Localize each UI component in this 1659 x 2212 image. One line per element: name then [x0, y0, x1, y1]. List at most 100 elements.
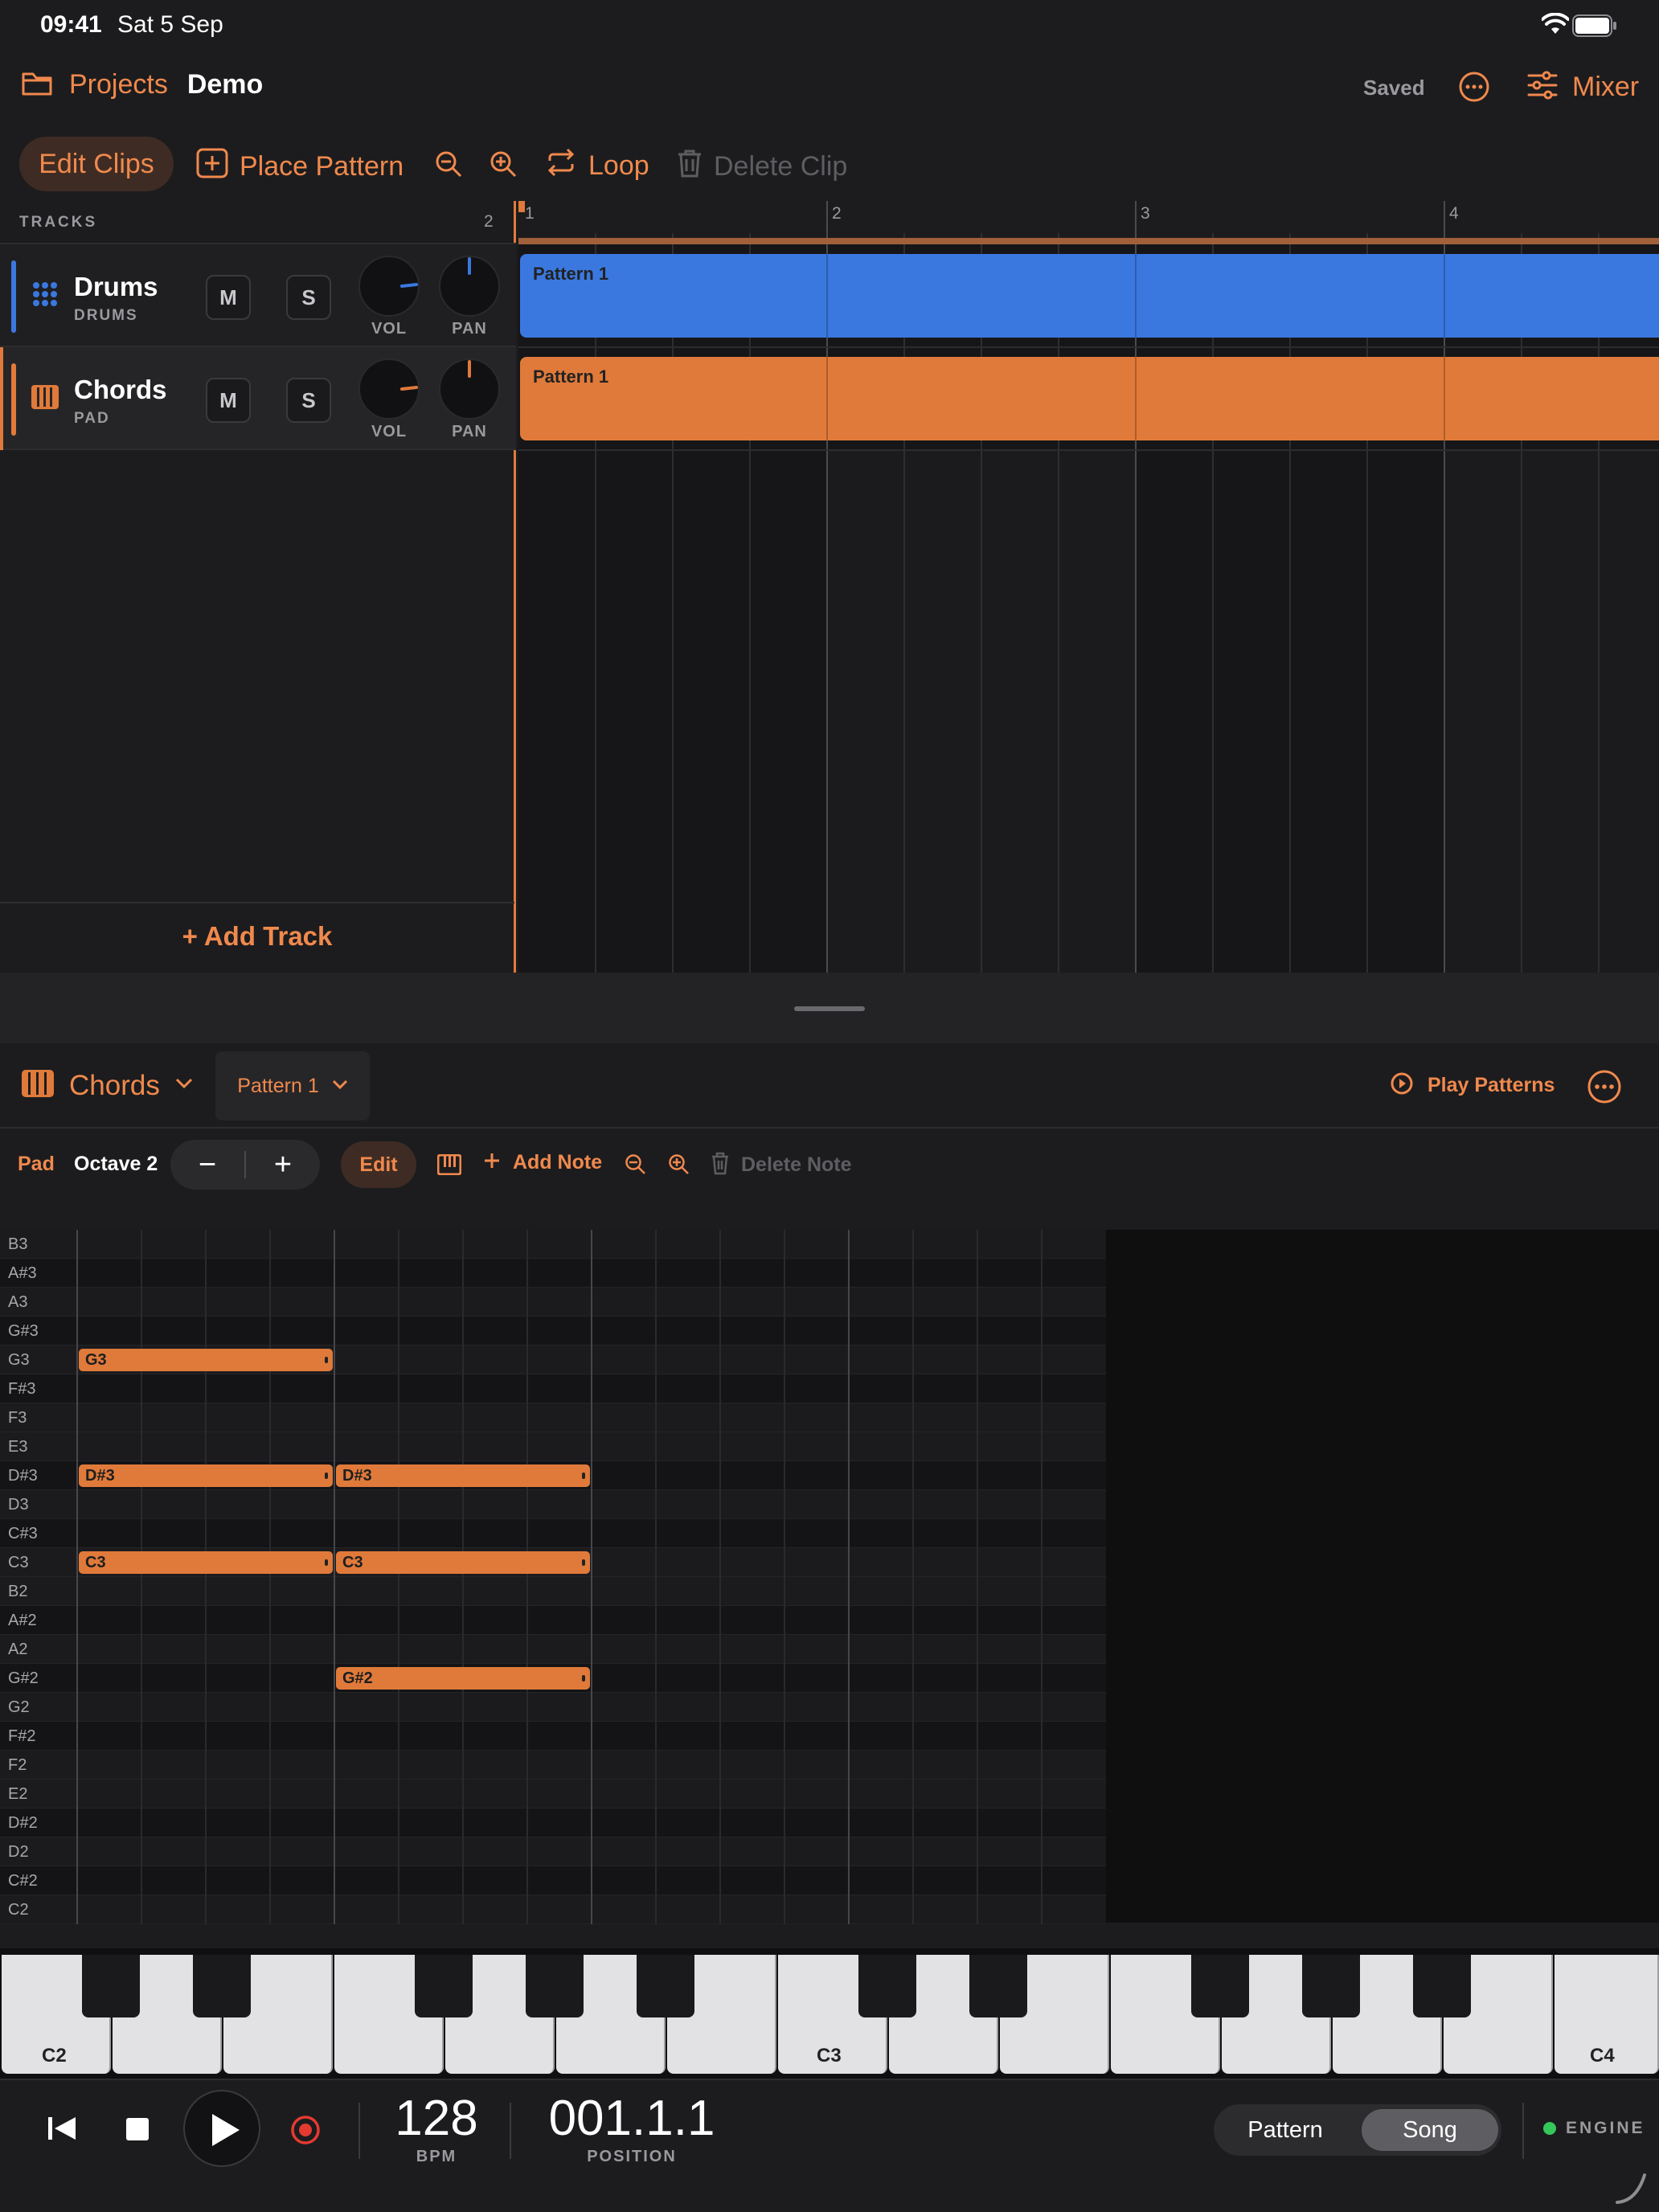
projects-link[interactable]: Projects [69, 69, 168, 100]
timeline-area[interactable]: 1 2 3 4 Pattern 1 Pattern 1 [518, 201, 1659, 973]
play-button[interactable] [183, 2090, 260, 2167]
piano-keys-icon [31, 384, 59, 414]
note-block[interactable]: G#2 [336, 1667, 590, 1690]
loop-range-bar[interactable] [518, 238, 1659, 244]
track-color-bar [11, 363, 16, 436]
mixer-label: Mixer [1572, 72, 1640, 102]
mute-button[interactable]: M [206, 378, 251, 423]
trash-icon [711, 1151, 730, 1179]
wifi-icon [1541, 12, 1570, 39]
track-row-drums[interactable]: Drums DRUMS M S VOL PAN [0, 244, 516, 347]
octave-down-button[interactable]: − [170, 1140, 244, 1190]
bpm-label: BPM [416, 2148, 457, 2165]
piano-roll-grid [76, 1230, 1043, 1924]
note-block[interactable]: C3 [336, 1551, 590, 1574]
engine-label: ENGINE [1566, 2119, 1645, 2137]
note-block[interactable]: D#3 [336, 1464, 590, 1487]
delete-note-button[interactable]: Delete Note [711, 1151, 852, 1179]
black-key[interactable] [193, 1955, 251, 2017]
keyboard-toggle-icon[interactable] [436, 1153, 462, 1179]
drag-handle[interactable] [794, 1006, 865, 1011]
volume-knob[interactable] [358, 358, 420, 420]
mode-pattern[interactable]: Pattern [1214, 2104, 1357, 2156]
instrument-name: Chords [69, 1069, 160, 1101]
transport-divider [358, 2103, 360, 2159]
more-options-icon[interactable] [1587, 1069, 1622, 1108]
key-octave-label: C4 [1590, 2045, 1615, 2067]
mixer-button[interactable]: Mixer [1527, 71, 1639, 104]
zoom-in-icon[interactable] [489, 150, 518, 182]
loop-button[interactable]: Loop [545, 148, 649, 184]
folder-icon[interactable] [21, 69, 53, 100]
more-options-icon[interactable] [1458, 71, 1490, 107]
play-patterns-label: Play Patterns [1428, 1074, 1555, 1096]
track-type: DRUMS [74, 307, 138, 324]
clip-drums-pattern[interactable]: Pattern 1 [520, 254, 1659, 338]
mode-segmented-control: Pattern Song [1214, 2104, 1501, 2156]
delete-note-label: Delete Note [741, 1153, 852, 1176]
note-block[interactable]: C3 [79, 1551, 333, 1574]
chevron-down-icon [174, 1077, 194, 1094]
project-title: Demo [186, 69, 264, 100]
black-key[interactable] [1413, 1955, 1471, 2017]
pattern-selector[interactable]: Pattern 1 [215, 1051, 370, 1120]
bpm-value[interactable]: 128 [386, 2090, 487, 2147]
clip-label: Pattern 1 [533, 264, 609, 284]
piano-keys-icon [21, 1069, 55, 1102]
black-key[interactable] [858, 1955, 916, 2017]
split-divider[interactable] [0, 973, 1659, 1043]
black-key[interactable] [637, 1955, 694, 2017]
transport-divider [1522, 2103, 1524, 2159]
track-type: PAD [74, 410, 110, 427]
black-key[interactable] [526, 1955, 584, 2017]
status-date: Sat 5 Sep [117, 11, 223, 38]
place-pattern-button[interactable]: Place Pattern [196, 148, 403, 186]
save-status: Saved [1363, 76, 1425, 100]
key-octave-label: C3 [817, 2045, 842, 2067]
pan-knob[interactable] [439, 358, 500, 420]
note-block[interactable]: D#3 [79, 1464, 333, 1487]
zoom-out-icon[interactable] [434, 150, 463, 182]
play-patterns-button[interactable]: Play Patterns [1391, 1072, 1555, 1099]
zoom-out-icon[interactable] [624, 1153, 646, 1179]
bar-number: 1 [525, 204, 535, 223]
mode-song[interactable]: Song [1362, 2109, 1498, 2151]
track-count: 2 [484, 212, 494, 231]
loop-label: Loop [588, 150, 649, 181]
black-key[interactable] [1191, 1955, 1249, 2017]
plus-square-icon [196, 148, 228, 186]
add-note-button[interactable]: Add Note [482, 1151, 602, 1174]
black-key[interactable] [1302, 1955, 1360, 2017]
selected-track-indicator [0, 347, 3, 450]
record-icon[interactable] [289, 2114, 322, 2150]
volume-knob[interactable] [358, 256, 420, 317]
playhead-marker[interactable] [518, 201, 525, 212]
pan-knob[interactable] [439, 256, 500, 317]
delete-clip-button[interactable]: Delete Clip [677, 148, 847, 186]
zoom-in-icon[interactable] [667, 1153, 690, 1179]
bar-number: 4 [1449, 204, 1459, 223]
delete-clip-label: Delete Clip [714, 151, 848, 182]
solo-button[interactable]: S [286, 275, 331, 320]
note-block[interactable]: G3 [79, 1349, 333, 1371]
bar-number: 3 [1141, 204, 1150, 223]
preset-label[interactable]: Pad [18, 1153, 55, 1176]
octave-stepper: − + [170, 1140, 320, 1190]
black-key[interactable] [969, 1955, 1027, 2017]
chevron-down-icon [332, 1079, 348, 1094]
rewind-icon[interactable] [47, 2114, 77, 2147]
stop-icon[interactable] [125, 2117, 150, 2145]
clip-chords-pattern[interactable]: Pattern 1 [520, 357, 1659, 440]
octave-up-button[interactable]: + [246, 1140, 320, 1190]
black-key[interactable] [415, 1955, 473, 2017]
add-track-button[interactable]: + Add Track [0, 921, 514, 952]
edit-mode-button[interactable]: Edit [341, 1141, 416, 1188]
black-key[interactable] [82, 1955, 140, 2017]
track-row-chords[interactable]: Chords PAD M S VOL PAN [0, 347, 516, 450]
edit-clips-button[interactable]: Edit Clips [19, 137, 174, 191]
drum-pads-icon [32, 281, 58, 311]
instrument-selector[interactable]: Chords [21, 1069, 194, 1102]
track-name: Chords [74, 375, 167, 404]
solo-button[interactable]: S [286, 378, 331, 423]
mute-button[interactable]: M [206, 275, 251, 320]
